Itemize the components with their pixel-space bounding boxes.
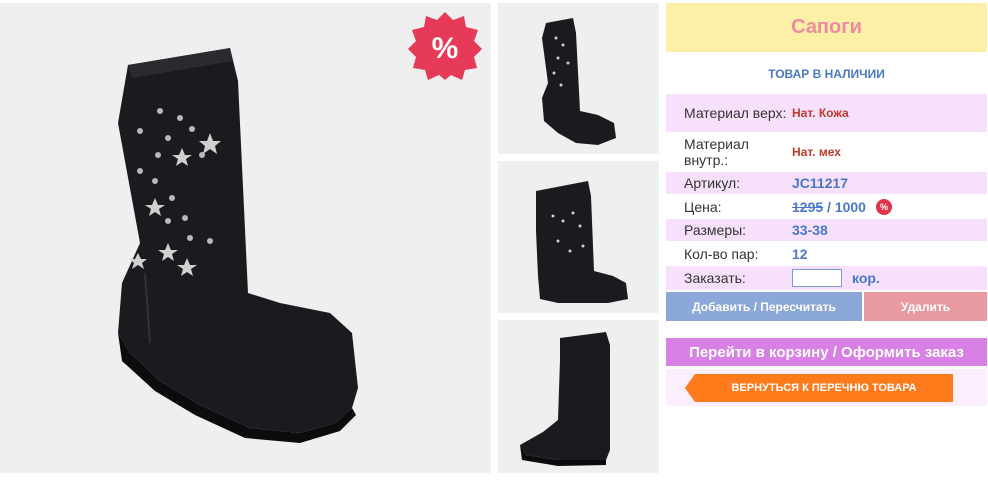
- spec-row-article: Артикул: JC11217: [666, 172, 987, 194]
- stock-status: ТОВАР В НАЛИЧИИ: [768, 67, 885, 81]
- add-recalculate-button[interactable]: Добавить / Пересчитать: [666, 292, 862, 321]
- back-to-list-button[interactable]: ВЕРНУТЬСЯ К ПЕРЕЧНЮ ТОВАРА: [685, 374, 953, 402]
- sizes-value: 33-38: [792, 222, 828, 238]
- old-price: 1295: [792, 199, 824, 215]
- thumbnail-2[interactable]: [498, 161, 659, 313]
- spec-row-material-inner: Материал внутр.: Нат. мех: [666, 134, 987, 170]
- discount-icon: %: [875, 199, 892, 215]
- spec-row-order: Заказать: кор.: [666, 266, 987, 290]
- order-unit: кор.: [852, 270, 880, 286]
- spec-label: Артикул:: [684, 175, 741, 191]
- boot-thumbnail-icon: [520, 332, 610, 466]
- sale-percent-text: %: [432, 32, 459, 65]
- boot-thumbnail-icon: [542, 18, 616, 145]
- thumbnail-3[interactable]: [498, 320, 659, 473]
- new-price: 1000: [834, 199, 866, 215]
- price-separator: /: [823, 199, 835, 215]
- pairs-value: 12: [792, 246, 808, 262]
- spec-value: Нат. мех: [792, 145, 841, 159]
- spec-label: Материал внутр.:: [684, 136, 749, 168]
- sizes-label: Размеры:: [684, 222, 747, 238]
- spec-value: JC11217: [792, 175, 849, 191]
- price-value: 1295 / 1000: [792, 199, 866, 215]
- boot-thumbnail-icon: [536, 181, 628, 303]
- product-title: Сапоги: [791, 16, 862, 38]
- spec-row-material-top: Материал верх: Нат. Кожа: [666, 94, 987, 132]
- thumbnail-1[interactable]: [498, 3, 659, 154]
- delete-button[interactable]: Удалить: [864, 292, 987, 321]
- product-title-box: Сапоги: [666, 3, 987, 52]
- price-label: Цена:: [684, 199, 722, 215]
- spec-row-sizes: Размеры: 33-38: [666, 219, 987, 241]
- order-label: Заказать:: [684, 270, 746, 286]
- sale-percent-badge: %: [408, 12, 482, 80]
- pairs-label: Кол-во пар:: [684, 246, 759, 262]
- order-quantity-input[interactable]: [792, 269, 842, 287]
- spec-row-price: Цена: 1295 / 1000 %: [666, 196, 987, 218]
- go-to-cart-button[interactable]: Перейти в корзину / Оформить заказ: [666, 338, 987, 366]
- spec-value: Нат. Кожа: [792, 106, 849, 120]
- spec-label: Материал верх:: [684, 105, 787, 121]
- spec-row-pairs: Кол-во пар: 12: [666, 243, 987, 265]
